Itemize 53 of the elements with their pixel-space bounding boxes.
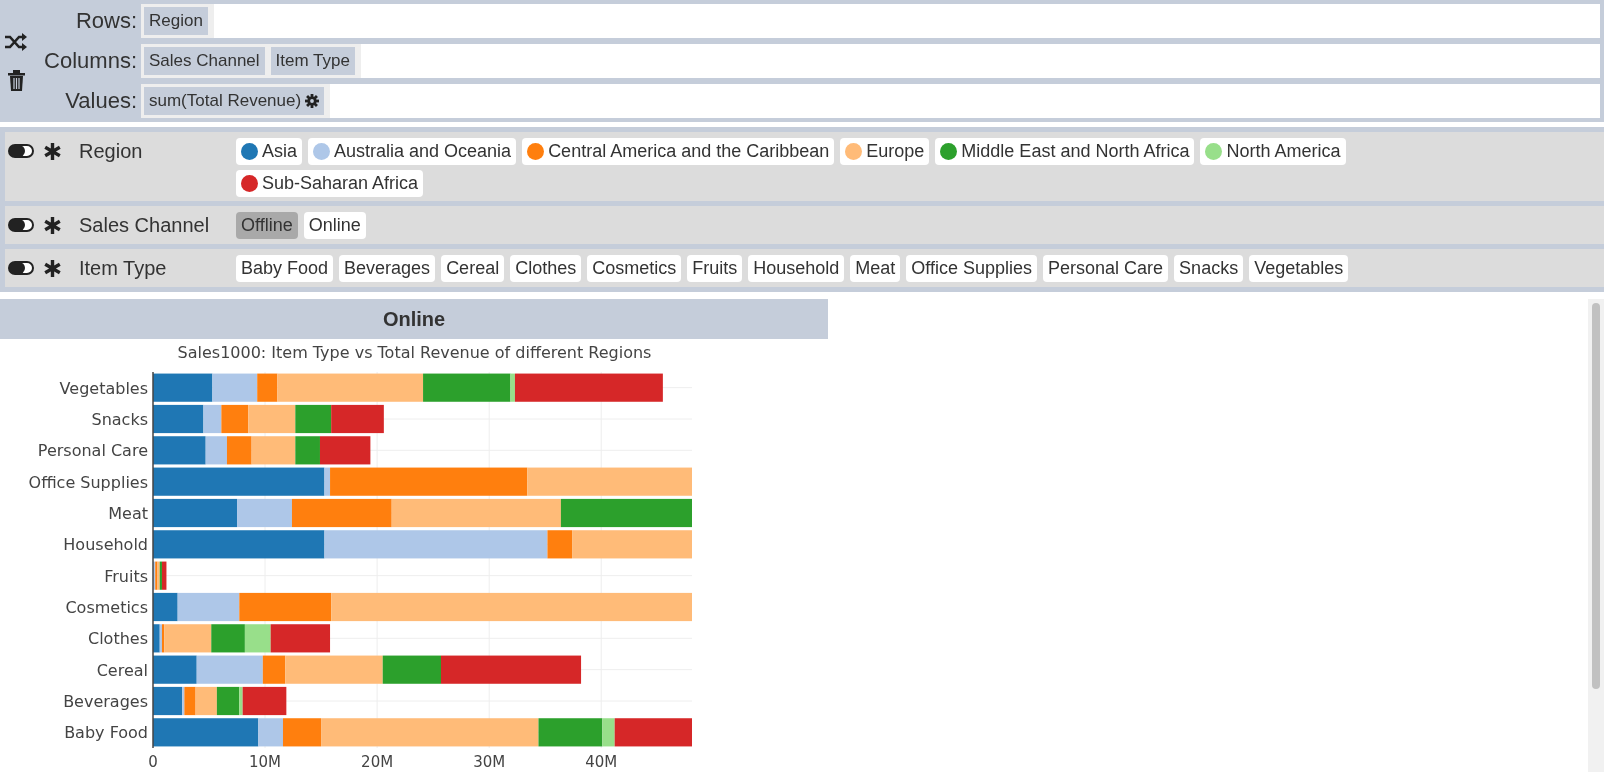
axis-tick-label: 0 [148, 753, 158, 771]
drop-zone[interactable]: sum(Total Revenue) [141, 84, 1600, 118]
category-label: Cosmetics [65, 598, 148, 617]
category-label: Vegetables [59, 378, 148, 398]
axis-tick-label: 30M [473, 753, 506, 771]
filter-chip[interactable]: Clothes [510, 255, 582, 282]
category-label: Clothes [88, 629, 148, 649]
attribute-chip[interactable]: Item Type [270, 47, 355, 75]
category-label: Baby Food [64, 723, 148, 743]
filter-chip[interactable]: Middle East and North Africa [935, 138, 1195, 165]
drop-zone[interactable]: Region [141, 4, 1600, 38]
field-label: Columns: [43, 47, 138, 75]
filter-label: Region [79, 139, 143, 163]
axis-tick-label: 40M [585, 753, 618, 771]
category-label: Snacks [91, 410, 148, 429]
filter-chip[interactable]: Sub-Saharan Africa [236, 170, 424, 197]
filter-chip[interactable]: Snacks [1174, 255, 1244, 282]
filter-chip[interactable]: Meat [850, 255, 901, 282]
field-label: Rows: [74, 7, 138, 35]
category-label: Beverages [63, 692, 148, 711]
filter-chip[interactable]: North America [1200, 138, 1346, 165]
filter-chip[interactable]: Offline [236, 212, 298, 239]
drop-zone[interactable]: Sales Channel Item Type [141, 44, 1600, 78]
chart-title: Sales1000: Item Type vs Total Revenue of different Regions [177, 343, 652, 362]
category-label: Fruits [104, 566, 148, 586]
category-label: Meat [108, 504, 148, 523]
filter-chip[interactable]: Central America and the Caribbean [522, 138, 835, 165]
attribute-chip[interactable]: Region [144, 7, 208, 35]
filter-chip[interactable]: Australia and Oceania [308, 138, 517, 165]
attribute-chip[interactable]: sum(Total Revenue) [144, 87, 325, 115]
filter-chip[interactable]: Cosmetics [587, 255, 682, 282]
filter-chip[interactable]: Household [748, 255, 845, 282]
filter-label: Sales Channel [79, 213, 210, 237]
category-label: Household [63, 535, 148, 555]
filter-chip[interactable]: Vegetables [1249, 255, 1349, 282]
axis-tick-label: 20M [361, 753, 394, 771]
panel-header: Online [0, 299, 828, 339]
attribute-chip[interactable]: Sales Channel [144, 47, 265, 75]
filter-chip[interactable]: Baby Food [236, 255, 334, 282]
category-label: Cereal [96, 660, 148, 680]
axis-tick-label: 10M [249, 753, 282, 771]
category-label: Personal Care [37, 441, 148, 461]
filter-chip[interactable]: Europe [840, 138, 930, 165]
field-label: Values: [64, 87, 138, 115]
filter-chip[interactable]: Office Supplies [906, 255, 1038, 282]
filter-chip[interactable]: Asia [236, 138, 302, 165]
filter-label: Item Type [79, 256, 167, 280]
filter-chip[interactable]: Personal Care [1043, 255, 1169, 282]
category-label: Office Supplies [28, 472, 148, 492]
filter-chip[interactable]: Cereal [441, 255, 505, 282]
filter-chip[interactable]: Fruits [687, 255, 743, 282]
filter-chip[interactable]: Online [303, 212, 366, 239]
filter-chip[interactable]: Beverages [339, 255, 436, 282]
